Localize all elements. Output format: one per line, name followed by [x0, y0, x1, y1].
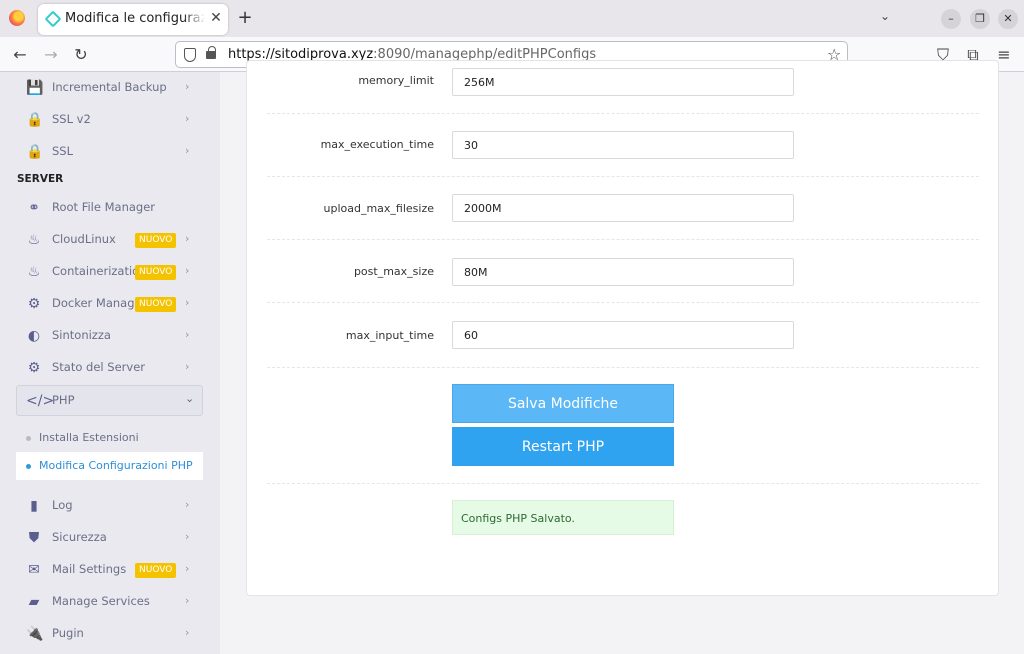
tab-list-chevron-icon[interactable]: ⌄ — [880, 9, 890, 23]
sidebar-item-root-file-manager[interactable]: ⚭ Root File Manager — [0, 192, 220, 224]
link-icon: ⚭ — [28, 200, 40, 216]
browser-tab[interactable]: Modifica le configurazioni PHP ✕ — [38, 4, 228, 35]
code-icon: </> — [26, 393, 55, 409]
chevron-right-icon: › — [185, 328, 190, 341]
floppy-icon: 💾 — [26, 80, 44, 96]
site-favicon-icon — [44, 10, 62, 28]
sidebar-section-server: SERVER — [17, 173, 64, 185]
success-alert: Configs PHP Salvato. — [452, 500, 674, 535]
label-upload-max-filesize: upload_max_filesize — [323, 202, 434, 215]
sidebar: 💾 Incremental Backup › 🔒 SSL v2 › 🔒 SSL … — [0, 72, 220, 654]
new-badge: NUOVO — [135, 297, 177, 312]
firefox-logo-icon — [9, 10, 25, 26]
sidebar-item-ssl[interactable]: 🔒 SSL › — [0, 136, 220, 168]
sidebar-item-log[interactable]: ▮ Log › — [0, 490, 220, 522]
divider — [267, 176, 979, 177]
padlock-icon[interactable] — [206, 46, 216, 59]
divider — [267, 367, 979, 368]
fire-icon: ♨ — [27, 232, 41, 248]
chevron-right-icon: › — [185, 264, 190, 277]
sidebar-item-cloudlinux[interactable]: ♨ CloudLinux NUOVO › — [0, 224, 220, 256]
folder-icon: ▰ — [28, 594, 40, 610]
close-window-icon[interactable]: ✕ — [998, 9, 1018, 29]
new-badge: NUOVO — [135, 265, 177, 280]
divider — [267, 302, 979, 303]
sidebar-item-ssl-v2[interactable]: 🔒 SSL v2 › — [0, 104, 220, 136]
restore-icon[interactable]: ❐ — [970, 9, 990, 29]
chevron-down-icon: ⌄ — [185, 392, 195, 405]
new-tab-button[interactable]: + — [236, 7, 254, 28]
gear-icon: ⚙ — [27, 360, 41, 376]
sidebar-item-stato-del-server[interactable]: ⚙ Stato del Server › — [0, 352, 220, 384]
sidebar-item-containerization[interactable]: ♨ Containerization NUOVO › — [0, 256, 220, 288]
post-max-size-input[interactable] — [452, 258, 794, 286]
reload-icon[interactable]: ↻ — [71, 45, 91, 64]
divider — [267, 483, 979, 484]
forward-arrow-icon[interactable]: → — [41, 45, 61, 64]
bullet-dot — [26, 436, 31, 441]
max-input-time-input[interactable] — [452, 321, 794, 349]
chevron-right-icon: › — [185, 498, 190, 511]
sidebar-item-docker-manager[interactable]: ⚙ Docker Manager NUOVO › — [0, 288, 220, 320]
divider — [267, 113, 979, 114]
file-icon: ▮ — [30, 498, 38, 514]
chevron-right-icon: › — [185, 296, 190, 309]
label-max-input-time: max_input_time — [345, 329, 434, 342]
memory-limit-input[interactable] — [452, 68, 794, 96]
half-circle-icon: ◐ — [27, 328, 41, 344]
tracking-shield-icon[interactable] — [184, 48, 196, 62]
fire-icon: ♨ — [27, 264, 41, 280]
upload-max-filesize-input[interactable] — [452, 194, 794, 222]
restart-php-button[interactable]: Restart PHP — [452, 427, 674, 466]
sidebar-subitem-modifica-configurazioni-php[interactable]: Modifica Configurazioni PHP — [16, 452, 203, 480]
sidebar-item-incremental-backup[interactable]: 💾 Incremental Backup › — [0, 72, 220, 104]
label-post-max-size: post_max_size — [353, 265, 434, 278]
sidebar-subitem-installa-estensioni[interactable]: Installa Estensioni — [16, 424, 203, 452]
chevron-right-icon: › — [185, 144, 190, 157]
chevron-right-icon: › — [185, 360, 190, 373]
browser-tab-bar: Modifica le configurazioni PHP ✕ + ⌄ – ❐… — [0, 0, 1024, 37]
max-execution-time-input[interactable] — [452, 131, 794, 159]
label-max-execution-time: max_execution_time — [320, 138, 434, 151]
envelope-icon: ✉ — [28, 562, 40, 578]
chevron-right-icon: › — [185, 80, 190, 93]
sidebar-item-sintonizza[interactable]: ◐ Sintonizza › — [0, 320, 220, 352]
save-changes-button[interactable]: Salva Modifiche — [452, 384, 674, 423]
sidebar-item-php[interactable]: </> PHP ⌄ — [16, 385, 203, 416]
lock-icon: 🔒 — [26, 144, 44, 160]
sidebar-item-mail-settings[interactable]: ✉ Mail Settings NUOVO › — [0, 554, 220, 586]
new-badge: NUOVO — [135, 563, 177, 578]
chevron-right-icon: › — [185, 530, 190, 543]
plug-icon: 🔌 — [26, 626, 44, 642]
bullet-dot — [26, 464, 31, 469]
shield-icon: ⛊ — [28, 530, 40, 546]
chevron-right-icon: › — [185, 594, 190, 607]
back-arrow-icon[interactable]: ← — [10, 45, 30, 64]
status-message: Configs PHP Salvato. — [461, 512, 575, 525]
cogs-icon: ⚙ — [27, 296, 41, 312]
chevron-right-icon: › — [185, 626, 190, 639]
minimize-icon[interactable]: – — [941, 9, 961, 29]
sidebar-item-plugin[interactable]: 🔌 Pugin › — [0, 618, 220, 650]
php-config-card: memory_limit max_execution_time upload_m… — [246, 60, 999, 596]
chevron-right-icon: › — [185, 232, 190, 245]
sidebar-item-manage-services[interactable]: ▰ Manage Services › — [0, 586, 220, 618]
tab-title: Modifica le configurazioni PHP — [65, 11, 205, 26]
lock-icon: 🔒 — [26, 112, 44, 128]
chevron-right-icon: › — [185, 112, 190, 125]
label-memory-limit: memory_limit — [358, 74, 434, 87]
divider — [267, 239, 979, 240]
tab-close-icon[interactable]: ✕ — [208, 10, 224, 26]
sidebar-item-sicurezza[interactable]: ⛊ Sicurezza › — [0, 522, 220, 554]
chevron-right-icon: › — [185, 562, 190, 575]
new-badge: NUOVO — [135, 233, 177, 248]
